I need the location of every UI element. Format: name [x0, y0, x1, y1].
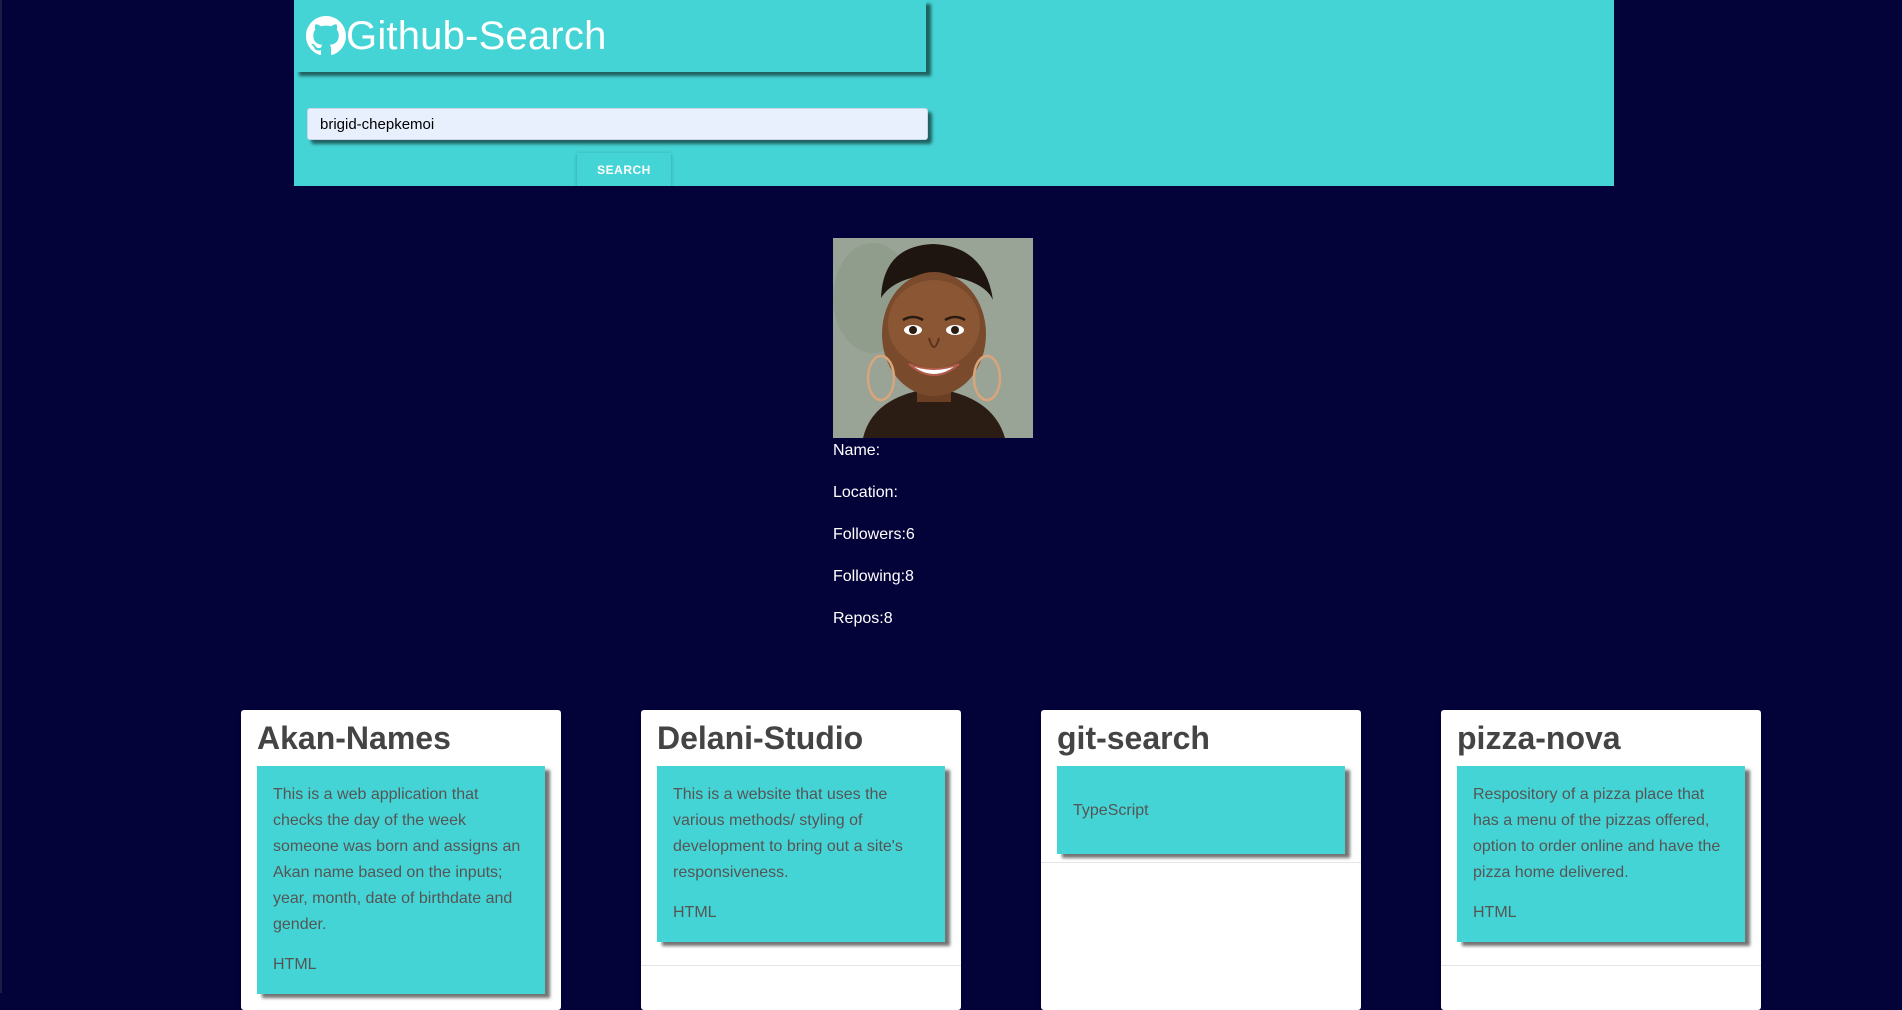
card-divider — [641, 965, 961, 966]
repo-details: TypeScript — [1057, 766, 1345, 854]
search-button[interactable]: SEARCH — [577, 153, 671, 186]
repo-language: HTML — [1473, 904, 1517, 921]
repository-list: Akan-Names This is a web application tha… — [0, 710, 1902, 1010]
username-search-input[interactable] — [307, 108, 928, 140]
repo-language: HTML — [273, 956, 317, 973]
user-name: Name: — [833, 442, 881, 459]
repo-name: Akan-Names — [257, 720, 451, 756]
repo-card[interactable]: pizza-nova Respository of a pizza place … — [1441, 710, 1761, 1010]
app-title-box: Github-Search — [294, 0, 926, 72]
card-divider — [1441, 965, 1761, 966]
user-followers: Followers:6 — [833, 526, 915, 543]
user-repos: Repos:8 — [833, 610, 893, 627]
repo-description: This is a web application that checks th… — [273, 786, 521, 933]
user-profile: Name: Location: Followers:6 Following:8 … — [833, 238, 1093, 650]
repo-card[interactable]: Akan-Names This is a web application tha… — [241, 710, 561, 1010]
app-title: Github-Search — [346, 13, 607, 58]
github-icon — [306, 16, 346, 56]
search-header: Github-Search SEARCH — [294, 0, 1614, 186]
card-divider — [1041, 862, 1361, 863]
repo-name: Delani-Studio — [657, 720, 864, 756]
repo-description: This is a website that uses the various … — [673, 786, 903, 881]
repo-description: Respository of a pizza place that has a … — [1473, 786, 1721, 881]
repo-details: Respository of a pizza place that has a … — [1457, 766, 1745, 942]
user-avatar — [833, 238, 1033, 438]
repo-details: This is a web application that checks th… — [257, 766, 545, 994]
user-following: Following:8 — [833, 568, 914, 585]
user-location: Location: — [833, 484, 898, 501]
repo-name: git-search — [1057, 720, 1210, 756]
repo-name: pizza-nova — [1457, 720, 1621, 756]
repo-language: TypeScript — [1073, 802, 1149, 819]
repo-card[interactable]: Delani-Studio This is a website that use… — [641, 710, 961, 1010]
repo-details: This is a website that uses the various … — [657, 766, 945, 942]
repo-card[interactable]: git-search TypeScript — [1041, 710, 1361, 1010]
repo-language: HTML — [673, 904, 717, 921]
